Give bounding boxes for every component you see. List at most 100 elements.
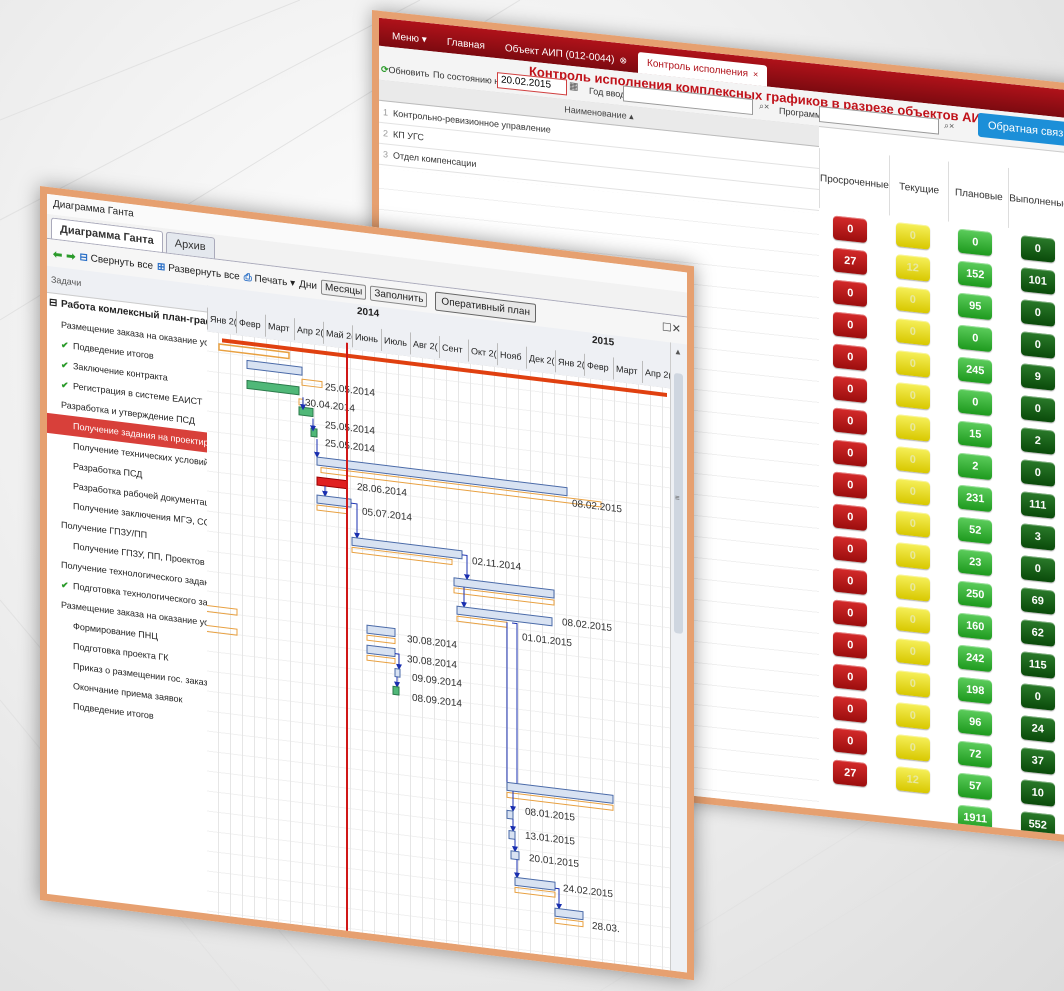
plan-bar[interactable] xyxy=(298,398,304,406)
done-badge[interactable]: 0 xyxy=(1020,683,1055,711)
planned-badge[interactable]: 0 xyxy=(958,228,993,257)
header-overdue[interactable]: Просроченные xyxy=(819,147,889,216)
current-badge[interactable]: 0 xyxy=(895,446,930,474)
header-current[interactable]: Текущие xyxy=(888,155,949,222)
current-badge[interactable]: 12 xyxy=(895,254,930,282)
refresh-button[interactable]: ⟳Обновить xyxy=(381,64,429,80)
plan-bar[interactable] xyxy=(506,809,514,820)
planned-badge[interactable]: 242 xyxy=(958,644,993,673)
back-arrow-icon[interactable]: ⬅ xyxy=(53,247,62,261)
search-icon[interactable]: ⌕× xyxy=(759,101,769,113)
current-badge[interactable]: 0 xyxy=(895,222,930,250)
done-badge[interactable]: 24 xyxy=(1020,715,1055,743)
collapse-toggle-icon[interactable]: ⊟ xyxy=(49,293,61,314)
plan-bar[interactable] xyxy=(506,781,614,804)
done-badge[interactable]: 0 xyxy=(1020,395,1055,423)
current-badge[interactable]: 0 xyxy=(895,670,930,698)
current-badge[interactable]: 0 xyxy=(895,542,930,570)
overdue-badge[interactable]: 0 xyxy=(833,343,868,372)
months-button[interactable]: Месяцы xyxy=(320,279,367,300)
overdue-badge[interactable]: 0 xyxy=(833,279,868,308)
collapse-all-button[interactable]: ⊟ Свернуть все xyxy=(79,251,153,271)
plan-bar[interactable] xyxy=(366,624,396,638)
scroll-thumb[interactable] xyxy=(674,372,683,634)
plan-bar[interactable] xyxy=(351,536,463,560)
planned-badge[interactable]: 15 xyxy=(958,420,993,449)
current-badge[interactable]: 0 xyxy=(895,638,930,666)
overdue-badge[interactable]: 0 xyxy=(833,439,868,468)
planned-badge[interactable]: 0 xyxy=(958,388,993,417)
header-done[interactable]: Выполненые xyxy=(1008,167,1064,235)
planned-badge[interactable]: 23 xyxy=(958,548,993,577)
overdue-badge[interactable]: 0 xyxy=(833,727,868,756)
overdue-badge[interactable]: 27 xyxy=(833,247,868,276)
done-badge[interactable]: 2 xyxy=(1020,427,1055,455)
fill-button[interactable]: Заполнить xyxy=(370,285,428,308)
overdue-badge[interactable]: 0 xyxy=(833,375,868,404)
current-badge[interactable]: 0 xyxy=(895,574,930,602)
scroll-up-icon[interactable]: ▲ xyxy=(674,347,682,357)
current-badge[interactable]: 0 xyxy=(895,318,930,346)
plan-bar[interactable] xyxy=(246,359,303,376)
done-badge[interactable]: 62 xyxy=(1020,619,1055,647)
planned-badge[interactable]: 152 xyxy=(958,260,993,289)
plan-bar[interactable] xyxy=(394,668,401,678)
overdue-badge[interactable]: 0 xyxy=(833,631,868,660)
current-badge[interactable]: 0 xyxy=(895,734,930,762)
overdue-badge[interactable]: 0 xyxy=(833,599,868,628)
planned-badge[interactable]: 245 xyxy=(958,356,993,385)
planned-badge[interactable]: 0 xyxy=(958,324,993,353)
close-icon[interactable]: ⊗ xyxy=(619,55,627,66)
done-bar[interactable] xyxy=(298,406,314,418)
feedback-button[interactable]: Обратная связь xyxy=(977,112,1064,148)
plan-bar[interactable] xyxy=(510,850,520,861)
planned-badge[interactable]: 250 xyxy=(958,580,993,609)
current-badge[interactable]: 0 xyxy=(895,510,930,538)
done-badge[interactable]: 10 xyxy=(1020,779,1055,807)
close-icon[interactable]: ✕ xyxy=(672,323,681,336)
planned-badge[interactable]: 2 xyxy=(958,452,993,481)
header-planned[interactable]: Плановые xyxy=(948,161,1009,228)
planned-badge[interactable]: 95 xyxy=(958,292,993,321)
overdue-badge[interactable]: 0 xyxy=(833,471,868,500)
done-badge[interactable]: 0 xyxy=(1020,299,1055,327)
done-badge[interactable]: 115 xyxy=(1020,651,1055,679)
plan-bar[interactable] xyxy=(207,604,238,616)
overdue-badge[interactable]: 0 xyxy=(833,695,868,724)
overdue-badge[interactable]: 0 xyxy=(833,535,868,564)
current-badge[interactable]: 0 xyxy=(895,702,930,730)
done-badge[interactable]: 3 xyxy=(1020,523,1055,551)
done-badge[interactable]: 37 xyxy=(1020,747,1055,775)
done-bar[interactable] xyxy=(392,685,400,696)
print-button[interactable]: ⎙ Печать ▾ xyxy=(244,272,295,289)
done-bar[interactable] xyxy=(246,379,300,396)
overdue-badge[interactable]: 27 xyxy=(833,759,868,788)
current-badge[interactable]: 0 xyxy=(895,286,930,314)
done-badge[interactable]: 111 xyxy=(1020,491,1055,519)
planned-badge[interactable]: 52 xyxy=(958,516,993,545)
plan-bar[interactable] xyxy=(554,907,584,921)
planned-badge[interactable]: 231 xyxy=(958,484,993,513)
late-bar[interactable] xyxy=(316,476,348,490)
current-badge[interactable]: 12 xyxy=(895,766,930,794)
planned-badge[interactable]: 1911 xyxy=(958,804,993,833)
overdue-badge[interactable]: 0 xyxy=(833,567,868,596)
done-bar[interactable] xyxy=(310,427,318,438)
current-badge[interactable]: 0 xyxy=(895,478,930,506)
current-badge[interactable]: 0 xyxy=(895,350,930,378)
plan-bar[interactable] xyxy=(301,378,323,389)
done-badge[interactable]: 0 xyxy=(1020,331,1055,359)
current-badge[interactable]: 0 xyxy=(895,414,930,442)
planned-badge[interactable]: 72 xyxy=(958,740,993,769)
done-badge[interactable]: 552 xyxy=(1020,811,1055,839)
forward-arrow-icon[interactable]: ➡ xyxy=(66,249,75,263)
done-badge[interactable]: 0 xyxy=(1020,555,1055,583)
overdue-badge[interactable]: 0 xyxy=(833,503,868,532)
done-badge[interactable]: 9 xyxy=(1020,363,1055,391)
planned-badge[interactable]: 198 xyxy=(958,676,993,705)
maximize-icon[interactable]: ☐ xyxy=(662,321,672,334)
days-button[interactable]: Дни xyxy=(299,278,317,291)
overdue-badge[interactable]: 0 xyxy=(833,407,868,436)
search-icon[interactable]: ⌕× xyxy=(944,120,954,132)
planned-badge[interactable]: 96 xyxy=(958,708,993,737)
